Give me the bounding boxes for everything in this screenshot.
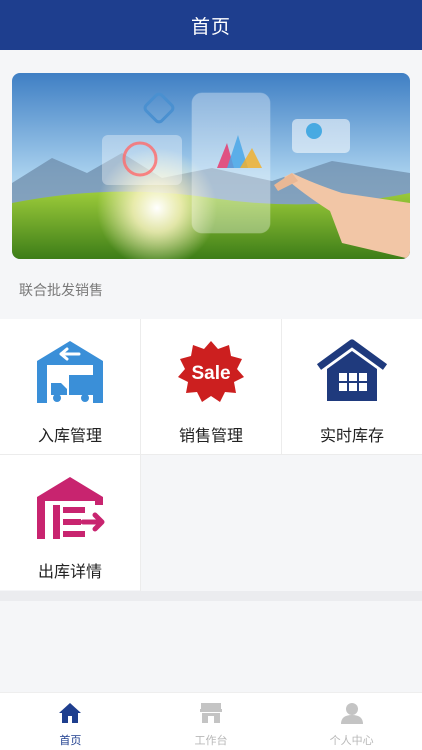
warehouse-stock-icon <box>317 339 387 405</box>
tab-profile[interactable]: 个人中心 <box>281 693 422 750</box>
tile-label: 实时库存 <box>319 426 384 445</box>
warehouse-inbound-icon <box>35 339 105 405</box>
tile-outbound[interactable]: 出库详情 <box>0 455 140 590</box>
page-title: 首页 <box>190 15 231 38</box>
tab-label: 个人中心 <box>329 734 374 747</box>
tile-label: 入库管理 <box>37 426 102 445</box>
section-divider <box>0 591 422 601</box>
tile-label: 销售管理 <box>178 426 243 445</box>
tile-sales[interactable]: Sale 销售管理 <box>141 319 281 454</box>
section-title: 联合批发销售 <box>19 283 103 299</box>
sale-badge-icon: Sale <box>176 339 246 405</box>
grid-divider <box>281 319 282 455</box>
tile-label: 出库详情 <box>37 562 102 581</box>
warehouse-outbound-icon <box>35 475 105 541</box>
tab-label: 工作台 <box>194 734 228 747</box>
tab-workbench[interactable]: 工作台 <box>141 693 282 750</box>
tile-inbound[interactable]: 入库管理 <box>0 319 140 454</box>
grid-divider <box>0 454 422 455</box>
tab-home[interactable]: 首页 <box>0 693 141 750</box>
sale-badge-text: Sale <box>191 363 230 384</box>
home-icon <box>57 701 83 725</box>
banner-image[interactable] <box>12 73 410 259</box>
banner-illustration <box>12 73 410 259</box>
tile-stock[interactable]: 实时库存 <box>282 319 422 454</box>
bottom-tabbar: 首页 工作台 个人中心 <box>0 692 422 750</box>
grid-divider <box>140 319 141 591</box>
user-icon <box>339 701 365 725</box>
top-navbar: 首页 <box>0 0 422 50</box>
store-icon <box>198 701 224 725</box>
function-grid: 入库管理 Sale 销售管理 实时库存 出库详情 <box>0 319 422 591</box>
tab-label: 首页 <box>59 734 82 747</box>
